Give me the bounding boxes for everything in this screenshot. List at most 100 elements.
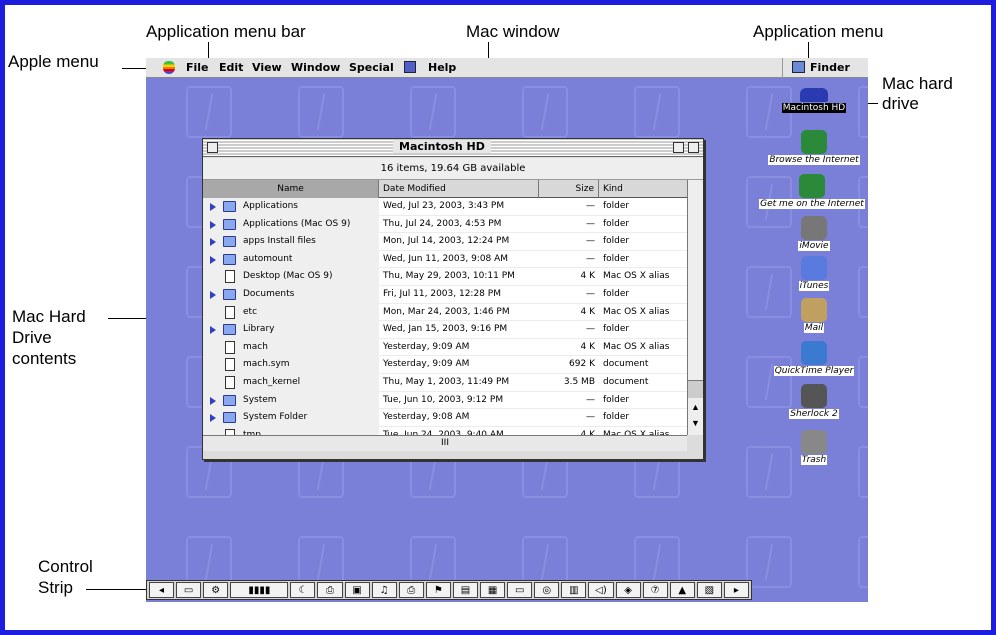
control-strip-module[interactable]: ▤ xyxy=(452,582,479,598)
application-menu[interactable]: Finder xyxy=(810,61,850,74)
disclosure-triangle-icon[interactable] xyxy=(210,396,216,405)
column-date-modified[interactable]: Date Modified xyxy=(379,180,539,198)
row-date: Wed, Jul 23, 2003, 3:43 PM xyxy=(383,201,505,211)
disclosure-triangle-icon[interactable] xyxy=(210,238,216,247)
control-strip-module[interactable]: ⎙ xyxy=(317,582,343,598)
row-kind: folder xyxy=(603,324,630,335)
table-row[interactable]: System Folder Yesterday, 9:08 AM — folder xyxy=(203,409,687,427)
scroll-down-arrow-icon[interactable]: ▼ xyxy=(691,418,700,428)
row-kind: folder xyxy=(603,412,630,423)
control-strip-module[interactable]: ◂ xyxy=(149,582,175,598)
desktop-icon-quicktime-player[interactable]: QuickTime Player xyxy=(766,341,862,376)
control-strip-module[interactable]: ▥ xyxy=(561,582,587,598)
leader-line xyxy=(86,589,148,590)
table-row[interactable]: apps Install files Mon, Jul 14, 2003, 12:… xyxy=(203,233,687,251)
apple-menu-icon[interactable] xyxy=(163,61,175,74)
desktop-icon-mail[interactable]: Mail xyxy=(766,298,862,333)
close-box-icon[interactable] xyxy=(207,142,218,153)
row-date: Thu, May 29, 2003, 10:11 PM xyxy=(383,271,515,282)
menu-special[interactable]: Special xyxy=(349,61,394,74)
menu-divider xyxy=(782,58,783,78)
zoom-box-icon[interactable] xyxy=(673,142,684,153)
horizontal-scrollbar[interactable]: III xyxy=(203,435,687,451)
disclosure-triangle-icon[interactable] xyxy=(210,291,216,299)
desktop-icon-macintosh-hd[interactable]: Macintosh HD xyxy=(766,88,862,113)
control-strip-module[interactable]: ▦ xyxy=(480,582,506,598)
control-strip-module[interactable]: ⑦ xyxy=(642,582,668,598)
globe-connect-icon xyxy=(799,174,825,198)
menu-file[interactable]: File xyxy=(186,61,209,74)
table-row[interactable]: Documents Fri, Jul 11, 2003, 12:28 PM — fol… xyxy=(203,286,687,304)
table-row[interactable]: tmp Tue, Jun 24, 2003, 9:40 AM 4 K Mac OS X… xyxy=(203,426,687,435)
table-row[interactable]: mach_kernel Thu, May 1, 2003, 11:49 PM 3.5… xyxy=(203,374,687,392)
annotation-mac-window: Mac window xyxy=(466,22,560,41)
row-kind: Mac OS X alias xyxy=(603,306,670,317)
desktop-icon-label: QuickTime Player xyxy=(773,366,855,376)
disclosure-triangle-icon[interactable] xyxy=(210,414,216,423)
desktop-icon-trash[interactable]: Trash xyxy=(766,430,862,465)
control-strip-module[interactable]: ◈ xyxy=(615,582,641,598)
control-strip-module[interactable]: ⎙ xyxy=(398,582,424,598)
menu-edit[interactable]: Edit xyxy=(219,61,243,74)
scroll-up-arrow-icon[interactable]: ▲ xyxy=(691,402,700,412)
table-row[interactable]: mach.sym Yesterday, 9:09 AM 692 K document xyxy=(203,356,687,374)
table-row[interactable]: automount Wed, Jun 11, 2003, 9:08 AM — fold… xyxy=(203,250,687,269)
control-strip-module[interactable]: ◎ xyxy=(534,582,560,598)
menu-view[interactable]: View xyxy=(252,61,282,74)
row-size: — xyxy=(586,236,595,247)
control-strip-module[interactable]: ▮▮▮▮ xyxy=(230,582,289,598)
window-title-bar[interactable]: Macintosh HD xyxy=(203,139,703,157)
table-row[interactable]: System Tue, Jun 10, 2003, 9:12 PM — folder xyxy=(203,391,687,410)
control-strip-module[interactable]: ♫ xyxy=(371,582,397,598)
table-row[interactable]: Applications (Mac OS 9) Thu, Jul 24, 2003… xyxy=(203,215,687,234)
row-size: — xyxy=(586,201,595,211)
table-row[interactable]: Desktop (Mac OS 9) Thu, May 29, 2003, 10:… xyxy=(203,268,687,286)
control-strip-module[interactable]: ⚙ xyxy=(203,582,229,598)
table-row[interactable]: Applications Wed, Jul 23, 2003, 3:43 PM — f… xyxy=(203,198,687,216)
menu-window[interactable]: Window xyxy=(291,61,340,74)
control-strip-module[interactable]: ☾ xyxy=(290,582,316,598)
desktop-icon-itunes[interactable]: iTunes xyxy=(766,256,862,291)
row-size: — xyxy=(586,324,595,335)
desktop-icon-browse-the-internet[interactable]: Browse the Internet xyxy=(766,130,862,165)
row-date: Wed, Jan 15, 2003, 9:16 PM xyxy=(383,324,508,335)
row-date: Mon, Jul 14, 2003, 12:24 PM xyxy=(383,236,510,247)
column-name[interactable]: Name xyxy=(203,180,379,198)
menu-help[interactable]: Help xyxy=(428,61,456,74)
folder-icon xyxy=(223,253,236,265)
control-strip-module[interactable]: ▭ xyxy=(507,582,533,598)
control-strip-module[interactable]: ▲ xyxy=(669,582,695,598)
desktop-icon-imovie[interactable]: iMovie xyxy=(766,216,862,251)
column-size[interactable]: Size xyxy=(539,180,599,198)
control-strip-module[interactable]: ▭ xyxy=(176,582,202,598)
desktop-icon-sherlock-2[interactable]: Sherlock 2 xyxy=(766,384,862,419)
scroll-thumb-grip[interactable]: III xyxy=(441,438,449,448)
row-date: Tue, Jun 10, 2003, 9:12 PM xyxy=(383,394,504,405)
disclosure-triangle-icon[interactable] xyxy=(210,255,216,264)
control-strip-module[interactable]: ▸ xyxy=(723,582,749,598)
scroll-thumb[interactable] xyxy=(688,380,703,398)
control-strip-module[interactable]: ◁) xyxy=(588,582,614,598)
row-name: System xyxy=(243,394,277,405)
finder-window[interactable]: Macintosh HD 16 items, 19.64 GB availabl… xyxy=(202,138,704,460)
disclosure-triangle-icon[interactable] xyxy=(210,220,216,229)
row-size: 3.5 MB xyxy=(563,377,595,387)
disclosure-triangle-icon[interactable] xyxy=(210,203,216,211)
row-date: Yesterday, 9:09 AM xyxy=(383,359,470,370)
finder-face-icon[interactable] xyxy=(792,61,805,73)
control-strip-module[interactable]: ▧ xyxy=(696,582,722,598)
table-row[interactable]: mach Yesterday, 9:09 AM 4 K Mac OS X alias xyxy=(203,338,687,357)
row-kind: Mac OS X alias xyxy=(603,429,670,435)
vertical-scrollbar[interactable]: ▲ ▼ xyxy=(687,180,703,435)
table-row[interactable]: Library Wed, Jan 15, 2003, 9:16 PM — folder xyxy=(203,321,687,339)
control-strip-module[interactable]: ⚑ xyxy=(425,582,451,598)
table-row[interactable]: etc Mon, Mar 24, 2003, 1:46 PM 4 K Mac OS X… xyxy=(203,303,687,322)
disclosure-triangle-icon[interactable] xyxy=(210,326,216,335)
desktop-icon-get-me-on-the-internet[interactable]: Get me on the Internet xyxy=(756,174,868,209)
column-kind[interactable]: Kind xyxy=(599,180,687,198)
document-icon xyxy=(225,358,235,372)
collapse-box-icon[interactable] xyxy=(688,142,699,153)
help-book-icon[interactable] xyxy=(404,61,416,73)
control-strip[interactable]: ◂ ▭ ⚙ ▮▮▮▮ ☾ ⎙ ▣ ♫ ⎙ ⚑ ▤ ▦ ▭ ◎ ▥ ◁) ◈ ⑦ ▲ ▧ ▸ xyxy=(146,580,752,600)
control-strip-module[interactable]: ▣ xyxy=(344,582,370,598)
